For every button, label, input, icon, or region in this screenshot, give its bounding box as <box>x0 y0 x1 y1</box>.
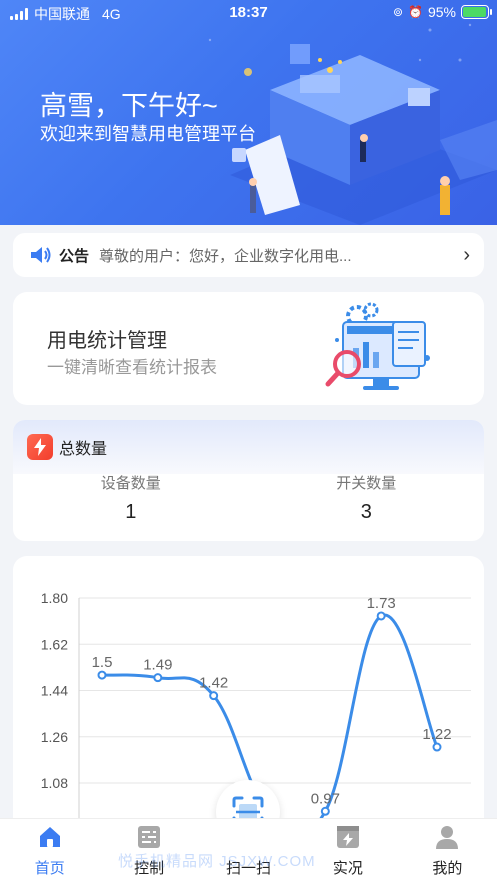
total-count-header: 总数量 <box>13 420 484 474</box>
tab-home[interactable]: 首页 <box>0 819 99 883</box>
greeting-title: 高雪，下午好~ <box>40 91 218 121</box>
data-point <box>320 806 330 816</box>
welcome-subtitle: 欢迎来到智慧用电管理平台 <box>40 124 256 144</box>
tab-mine-label: 我的 <box>432 860 463 877</box>
alarm-icon: ⏰ <box>408 5 423 19</box>
chevron-right-icon[interactable]: › <box>463 244 470 267</box>
notice-bar[interactable]: 公告 尊敬的用户：您好，企业数字化用电... › <box>13 233 484 277</box>
report-illustration-icon <box>325 302 430 390</box>
y-tick-label: 1.44 <box>41 683 68 699</box>
device-count-label: 设备数量 <box>100 475 161 492</box>
y-tick-label: 1.26 <box>41 729 68 745</box>
tab-home-label: 首页 <box>34 860 65 877</box>
hero-banner: 中国联通 4G 18:37 ⊚ ⏰ 95% 高雪，下午好~ 欢迎来到智慧用电管理… <box>0 0 497 225</box>
data-label: 1.42 <box>199 675 228 692</box>
battery-icon <box>461 5 492 19</box>
data-label: 1.22 <box>422 726 451 743</box>
speaker-icon <box>31 247 51 263</box>
user-icon <box>436 826 459 849</box>
switch-count-value: 3 <box>360 501 372 523</box>
status-monitor-icon <box>336 826 359 848</box>
total-count-title: 总数量 <box>59 441 108 458</box>
battery-percent: 95% <box>427 4 456 20</box>
device-count: 设备数量 1 <box>13 472 249 524</box>
data-label: 1.5 <box>92 654 113 671</box>
status-bar: 中国联通 4G 18:37 ⊚ ⏰ 95% <box>0 0 497 26</box>
statistics-management-card[interactable]: 用电统计管理 一键清晰查看统计报表 <box>13 292 484 405</box>
data-label: 1.73 <box>367 595 396 612</box>
watermark: 悦手机精品网 JSJXW.COM <box>118 853 316 870</box>
lightning-icon <box>27 434 53 460</box>
data-point <box>432 742 442 752</box>
data-label: 0.97 <box>311 790 340 807</box>
notice-text: 尊敬的用户：您好，企业数字化用电... <box>99 247 352 265</box>
data-point <box>97 670 107 680</box>
switch-count-label: 开关数量 <box>336 475 397 492</box>
stat-card-title: 用电统计管理 <box>47 330 167 352</box>
rotation-lock-icon: ⊚ <box>392 5 404 19</box>
control-sliders-icon <box>138 826 161 848</box>
y-tick-label: 1.80 <box>41 590 68 606</box>
data-label: 1.49 <box>143 657 172 674</box>
y-tick-label: 1.08 <box>41 775 68 791</box>
notice-title: 公告 <box>59 247 90 265</box>
data-point <box>209 691 219 701</box>
device-count-value: 1 <box>125 501 137 523</box>
data-point <box>376 611 386 621</box>
switch-count: 开关数量 3 <box>249 472 485 524</box>
tab-mine[interactable]: 我的 <box>398 819 497 883</box>
home-icon <box>39 827 60 847</box>
stat-card-subtitle: 一键清晰查看统计报表 <box>47 358 217 377</box>
data-point <box>153 673 163 683</box>
total-count-card: 总数量 设备数量 1 开关数量 3 <box>13 420 484 541</box>
y-tick-label: 1.62 <box>41 636 68 652</box>
